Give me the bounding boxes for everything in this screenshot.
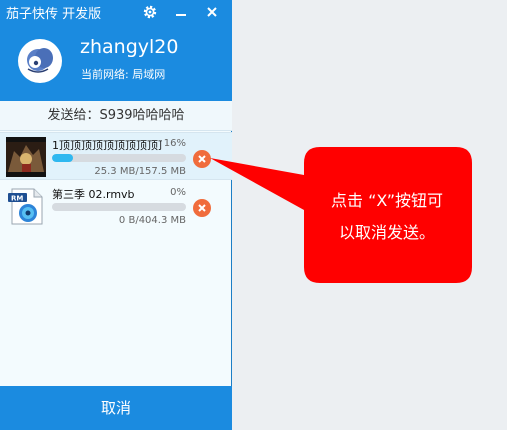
header: 茄子快传 开发版 zhangyl20 当前网络: 局域网 [0,0,232,101]
gear-icon[interactable] [136,0,164,24]
app-title: 茄子快传 开发版 [6,7,102,22]
cancel-button[interactable]: 取消 [0,386,232,430]
transfer-item[interactable]: RM 第三季 02.rmvb 0% 0 B/404.3 MB [0,182,232,230]
minimize-icon[interactable] [167,0,195,24]
rmvb-file-icon: RM [6,186,46,226]
close-icon[interactable] [198,0,226,24]
file-name: 第三季 02.rmvb [52,188,135,201]
callout-line-2: 以取消发送。 [338,223,435,242]
file-size: 0 B/404.3 MB [118,215,186,226]
transfer-item[interactable]: 1顶顶顶顶顶顶顶顶顶顶 16% 25.3 MB/157.5 MB [0,132,232,180]
progress-percent: 16% [163,138,186,149]
transfer-window: 茄子快传 开发版 zhangyl20 当前网络: 局域网 发送给：S939哈哈哈… [0,0,232,430]
titlebar: 茄子快传 开发版 [0,0,232,24]
video-thumbnail [6,137,46,177]
file-name: 1顶顶顶顶顶顶顶顶顶顶 [52,139,162,152]
send-to-label: 发送给：S939哈哈哈哈 [0,101,232,131]
file-size: 25.3 MB/157.5 MB [94,166,186,177]
network-status: 当前网络: 局域网 [81,68,166,81]
progress-bar [52,203,186,211]
svg-text:RM: RM [11,195,23,203]
callout-text: 点击 “X”按钮可 以取消发送。 [312,185,462,249]
user-avatar-icon[interactable] [18,39,62,83]
callout-line-1: 点击 “X”按钮可 [331,191,443,210]
progress-fill [52,154,74,162]
progress-bar [52,154,186,162]
progress-percent: 0% [170,187,186,198]
username: zhangyl20 [80,36,179,58]
